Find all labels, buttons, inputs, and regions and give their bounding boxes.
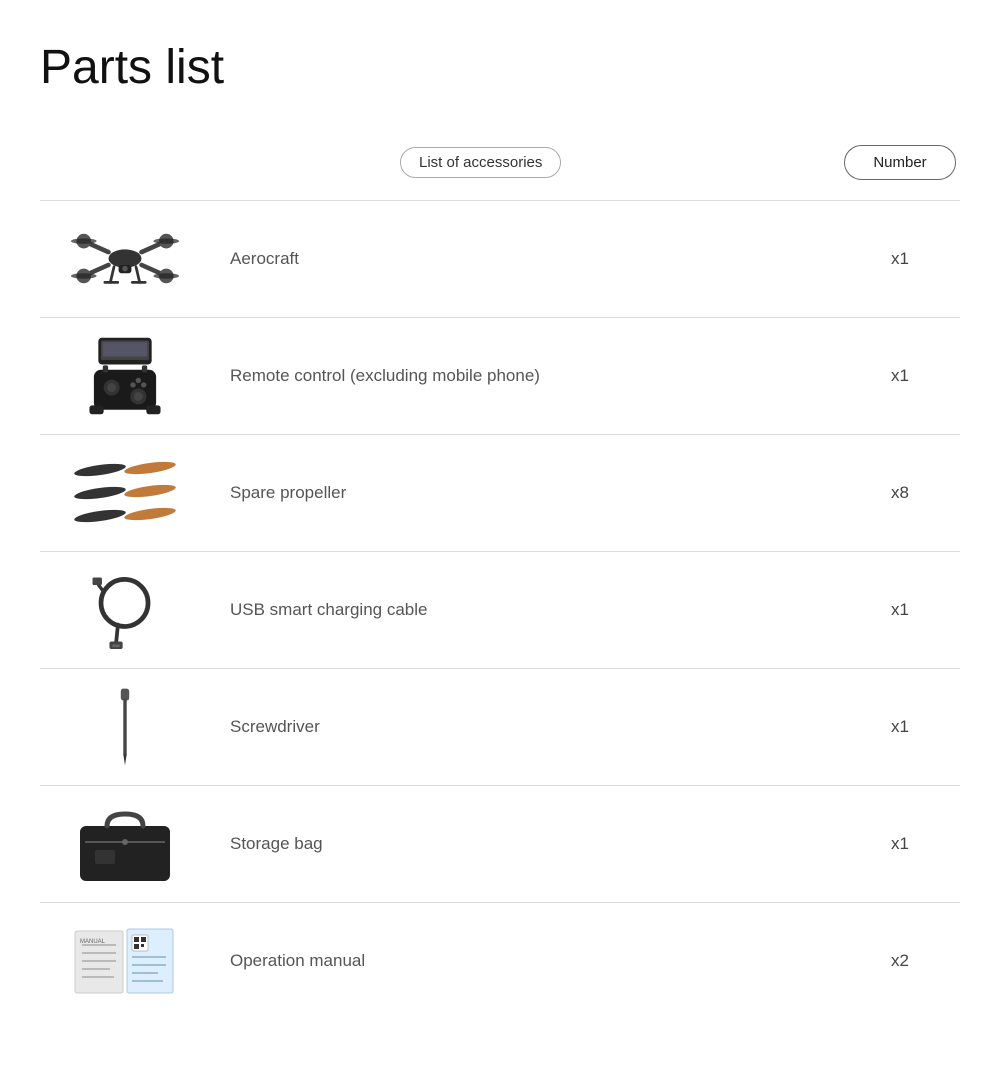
item-qty-remote: x1 — [840, 366, 960, 386]
item-name-remote: Remote control (excluding mobile phone) — [210, 366, 840, 386]
page-title: Parts list — [40, 40, 960, 95]
table-row: Aerocraft x1 — [40, 200, 960, 317]
accessories-label: List of accessories — [400, 147, 561, 178]
item-image-cable — [40, 570, 210, 650]
item-qty-propeller: x8 — [840, 483, 960, 503]
table-row: Spare propeller x8 — [40, 434, 960, 551]
svg-text:MANUAL: MANUAL — [80, 939, 106, 945]
item-name-aerocraft: Aerocraft — [210, 249, 840, 269]
item-qty-screwdriver: x1 — [840, 717, 960, 737]
item-qty-manual: x2 — [840, 951, 960, 971]
item-qty-aerocraft: x1 — [840, 249, 960, 269]
item-qty-bag: x1 — [840, 834, 960, 854]
remote-icon — [70, 336, 180, 416]
number-label: Number — [844, 145, 955, 180]
item-name-manual: Operation manual — [210, 951, 840, 971]
item-image-remote — [40, 336, 210, 416]
header-number: Number — [840, 145, 960, 180]
parts-table: List of accessories Number — [40, 135, 960, 1019]
cable-icon — [70, 570, 180, 650]
item-image-screwdriver — [40, 687, 210, 767]
item-name-screwdriver: Screwdriver — [210, 717, 840, 737]
table-header: List of accessories Number — [40, 135, 960, 200]
table-row: Remote control (excluding mobile phone) … — [40, 317, 960, 434]
bag-icon — [70, 804, 180, 884]
item-image-manual: MANUAL — [40, 921, 210, 1001]
table-row: MANUAL Operation manual x2 — [40, 902, 960, 1019]
item-image-propeller — [40, 453, 210, 533]
table-row: Screwdriver x1 — [40, 668, 960, 785]
item-name-propeller: Spare propeller — [210, 483, 840, 503]
header-accessories: List of accessories — [400, 147, 840, 178]
page-container: Parts list List of accessories Number — [0, 0, 1000, 1079]
table-row: Storage bag x1 — [40, 785, 960, 902]
drone-icon — [70, 219, 180, 299]
item-qty-cable: x1 — [840, 600, 960, 620]
item-name-bag: Storage bag — [210, 834, 840, 854]
screwdriver-icon — [70, 687, 180, 767]
manual-icon: MANUAL — [70, 921, 180, 1001]
item-image-bag — [40, 804, 210, 884]
propeller-icon — [70, 453, 180, 533]
item-name-cable: USB smart charging cable — [210, 600, 840, 620]
item-image-aerocraft — [40, 219, 210, 299]
table-row: USB smart charging cable x1 — [40, 551, 960, 668]
